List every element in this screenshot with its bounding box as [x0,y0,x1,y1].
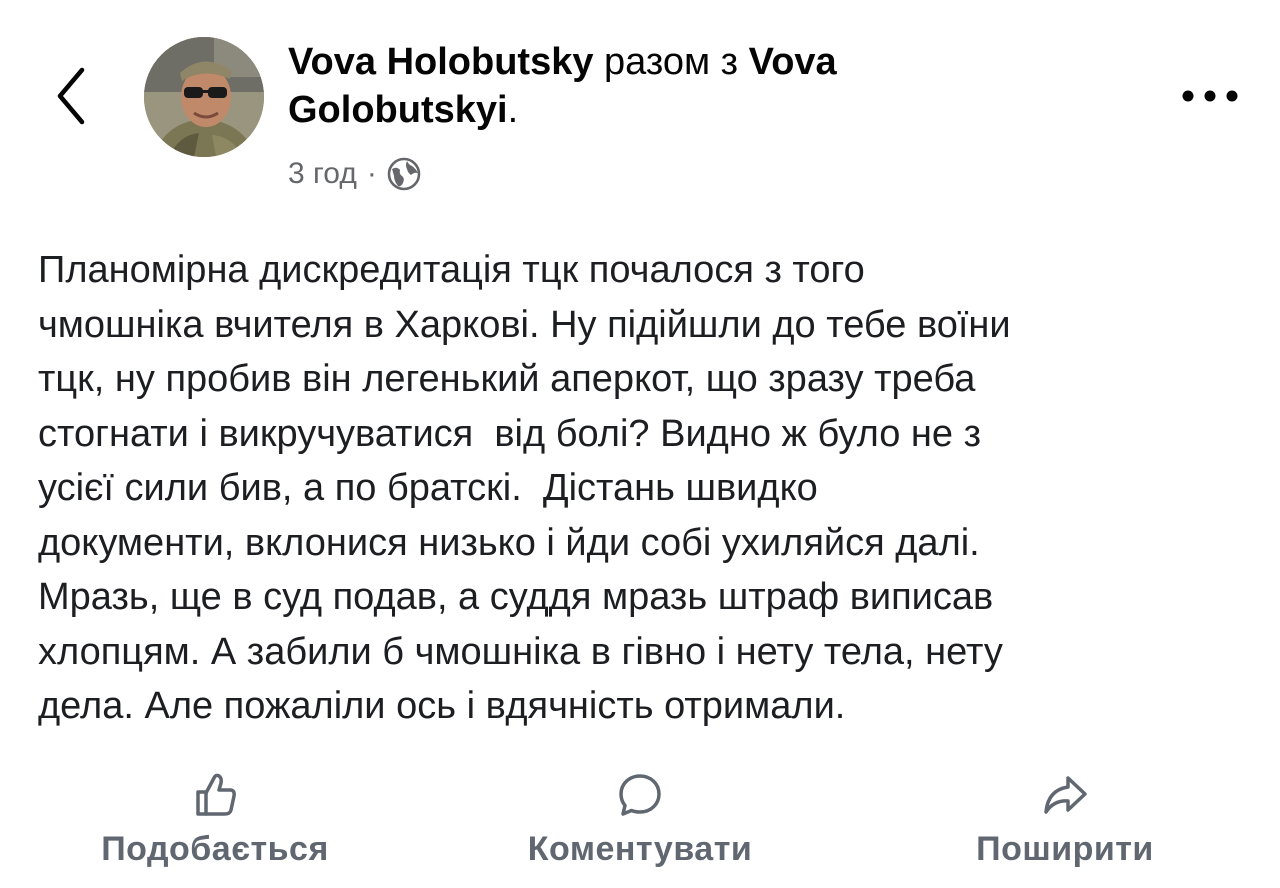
post-meta: 3 год · [288,154,421,194]
author-name[interactable]: Vova Holobutsky [288,41,593,83]
like-label: Подобається [101,830,329,868]
post-text-line: Мразь, ще в суд подав, а суддя мразь штр… [38,576,994,618]
post-time[interactable]: 3 год [288,157,357,191]
meta-separator: · [366,157,377,190]
chevron-left-icon [57,67,85,125]
back-button[interactable] [50,64,94,128]
avatar[interactable] [144,37,264,157]
thumbs-up-icon [196,773,236,816]
more-horizontal-icon [1182,90,1238,102]
post-author-line: Vova Holobutsky разом з Vova Golobutskyi… [288,38,988,134]
more-options-button[interactable] [1180,82,1240,110]
post-text-line: хлопцям. А забили б чмошніка в гівно і н… [38,630,1003,673]
post-text-line: Планомірна дискредитація тцк почалося з … [38,249,865,291]
post-text-line: чмошніка вчителя в Харкові. Ну підійшли … [38,303,1011,346]
comment-button[interactable]: Коментувати [505,770,775,869]
post-text-line: стогнати і викручуватися від болі? Видно… [38,412,981,455]
post-text-line: усієї сили бив, а по братскі. Дістань шв… [38,467,818,509]
comment-label: Коментувати [527,830,753,868]
post-text-line: дела. Але пожаліли ось і вдячність отрим… [38,685,846,727]
globe-icon [387,157,421,191]
with-text: разом з [604,41,739,83]
post-text-line: тцк, ну пробив він легенький аперкот, що… [38,358,976,400]
post-text: Планомірна дискредитація тцк почалося з … [38,243,1248,734]
share-arrow-icon [1044,776,1087,814]
share-label: Поширити [976,830,1154,868]
share-button[interactable]: Поширити [930,770,1200,869]
post-actions-bar: Подобається Коментувати Поширити [0,770,1280,880]
coauthor-suffix: . [507,89,519,131]
like-button[interactable]: Подобається [80,770,350,869]
comment-bubble-icon [619,774,661,816]
post-text-line: документи, вклонися низько і йди собі ух… [38,521,980,564]
